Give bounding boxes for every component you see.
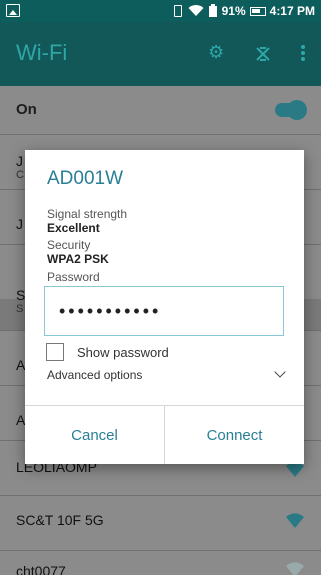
password-value: ••••••••••• xyxy=(59,301,162,321)
image-notification-icon xyxy=(6,4,20,17)
list-item[interactable]: cht0077 xyxy=(0,550,321,575)
show-password-checkbox[interactable] xyxy=(46,343,64,361)
wps-icon[interactable] xyxy=(255,46,271,62)
network-name: S xyxy=(16,287,26,303)
battery-icon xyxy=(249,6,266,16)
network-name: J xyxy=(16,216,23,232)
signal-strength-value: Excellent xyxy=(47,221,100,235)
list-item[interactable]: SC&T 10F 5G xyxy=(0,495,321,550)
network-name: cht0077 xyxy=(16,563,66,575)
chevron-down-icon[interactable] xyxy=(274,366,286,378)
wifi-toggle-switch[interactable] xyxy=(275,100,307,120)
signal-strength-label: Signal strength xyxy=(47,207,128,221)
more-options-icon[interactable] xyxy=(300,44,306,62)
wifi-signal-icon xyxy=(286,562,304,575)
network-name: SC&T 10F 5G xyxy=(16,512,104,528)
show-password-label[interactable]: Show password xyxy=(77,345,169,360)
security-label: Security xyxy=(47,238,91,252)
advanced-options-label[interactable]: Advanced options xyxy=(47,368,142,382)
gear-icon[interactable]: ⚙ xyxy=(208,42,224,63)
wifi-on-label: On xyxy=(16,101,37,118)
app-header: Wi-Fi ⚙ xyxy=(0,22,321,86)
network-status: C xyxy=(16,169,24,181)
page-title: Wi-Fi xyxy=(16,40,68,65)
vibrate-icon xyxy=(173,5,182,17)
network-name: A xyxy=(16,357,26,373)
status-icons: 91% 4:17 PM xyxy=(173,0,315,22)
wifi-signal-icon xyxy=(286,513,304,528)
clock: 4:17 PM xyxy=(269,4,315,18)
cancel-button[interactable]: Cancel xyxy=(25,406,164,464)
security-value: WPA2 PSK xyxy=(47,252,109,266)
password-label: Password xyxy=(47,270,100,284)
battery-charging-icon xyxy=(208,4,217,17)
wifi-status-icon xyxy=(188,5,204,17)
network-name: J xyxy=(16,153,23,169)
status-bar: 91% 4:17 PM xyxy=(0,0,321,22)
wifi-toggle-row[interactable]: On xyxy=(0,86,321,134)
battery-percent: 91% xyxy=(221,4,246,18)
network-status: S xyxy=(16,303,24,315)
wifi-connect-dialog: AD001W Signal strength Excellent Securit… xyxy=(25,150,304,464)
dialog-title: AD001W xyxy=(47,168,124,189)
password-input[interactable]: ••••••••••• xyxy=(44,286,284,336)
network-name: A xyxy=(16,412,26,428)
connect-button[interactable]: Connect xyxy=(165,406,304,464)
